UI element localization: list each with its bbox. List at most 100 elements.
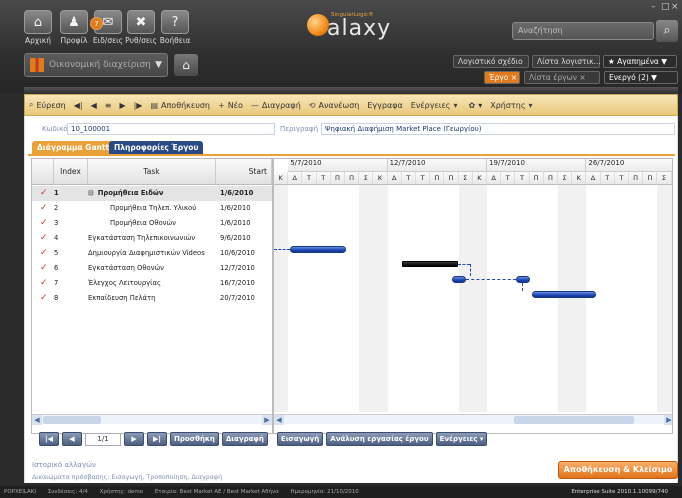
search-icon[interactable]: ⌕	[656, 20, 678, 42]
scroll-left-icon[interactable]: ◀	[274, 415, 284, 425]
task-name: Εγκατάσταση Οθονών	[88, 264, 164, 272]
code-field[interactable]: 10_100001	[67, 123, 275, 135]
actions-button[interactable]: Ενέργειες ▾	[435, 432, 488, 446]
status-user: POPXEILAKI	[4, 489, 37, 495]
task-row[interactable]: ✓ 1 ⊟ Προμήθεια Ειδών 1/6/2010	[32, 186, 272, 201]
toolbar-refresh[interactable]: ⟲ Ανανέωση	[309, 101, 360, 110]
scroll-right-icon[interactable]: ▶	[262, 415, 272, 425]
tab-open-3[interactable]: Ενεργό (2) ▼	[604, 71, 678, 84]
search-input[interactable]: Αναζήτηση	[512, 22, 654, 40]
prev-page-icon[interactable]: ◀	[62, 432, 82, 446]
scroll-thumb[interactable]	[514, 416, 634, 424]
tab-project-info[interactable]: Πληροφορίες Έργου	[109, 141, 204, 155]
task-row[interactable]: ✓ 5 Δημιουργία Διαφημιστικών Videos 10/6/20…	[32, 246, 272, 261]
scroll-thumb[interactable]	[43, 416, 101, 424]
status-version: Enterprise Suite 2010.1.10099/740	[571, 489, 668, 495]
list-icon[interactable]: ≡	[105, 101, 112, 110]
task-row[interactable]: ✓ 6 Εγκατάσταση Οθονών 12/7/2010	[32, 261, 272, 276]
task-name: Εγκατάσταση Τηλεπικοινωνιών	[88, 234, 196, 242]
task-bar-videos[interactable]	[290, 246, 346, 253]
maximize-icon[interactable]: □	[661, 2, 670, 12]
history-link[interactable]: Ιστορικό αλλαγών	[32, 461, 96, 469]
help-icon: ?	[161, 10, 189, 34]
scroll-left-icon[interactable]: ◀	[32, 415, 42, 425]
tab-open-2[interactable]: Λίστα έργων ×	[524, 71, 600, 84]
toolbar-save[interactable]: ▤ Αποθήκευση	[150, 101, 210, 110]
toolbar-delete[interactable]: — Διαγραφή	[251, 101, 301, 110]
actions-button-label: Ενέργειες	[439, 435, 478, 443]
task-row[interactable]: ✓ 7 Έλεγχος Λειτουργίας 16/7/2010	[32, 276, 272, 291]
nav-home[interactable]: ⌂ Αρχική	[22, 10, 54, 45]
tab-underline	[28, 154, 675, 156]
save-close-button[interactable]: Αποθήκευση & Κλείσιμο	[558, 461, 678, 479]
module-dropdown[interactable]: Οικονομική διαχείριση ▼	[24, 53, 168, 77]
tab-open-1[interactable]: Έργο ×	[484, 71, 520, 84]
scroll-right-icon[interactable]: ▶	[664, 415, 672, 425]
search-icon: ⌕	[29, 100, 34, 109]
task-row[interactable]: ✓ 2 Προμήθεια Τηλεπ. Υλικού 1/6/2010	[32, 201, 272, 216]
page-number-input[interactable]: 1/1	[85, 432, 121, 446]
delete-row-button[interactable]: Διαγραφή	[221, 432, 268, 446]
last-page-icon[interactable]: ▶|	[147, 432, 167, 446]
check-icon[interactable]: ✓	[40, 276, 48, 291]
last-record-icon[interactable]: |▶	[134, 101, 143, 110]
next-page-icon[interactable]: ▶	[124, 432, 144, 446]
nav-help[interactable]: ? Βοήθεια	[159, 10, 191, 45]
task-bar-client-training[interactable]	[532, 291, 596, 298]
status-bar: POPXEILAKI Συνδέσεις: 4/4 Χρήστης: demo …	[0, 486, 682, 498]
column-header-task[interactable]: Task	[88, 159, 216, 185]
analysis-button[interactable]: Ανάλυση εργασίας έργου	[326, 432, 433, 446]
nav-profile[interactable]: ♟ Προφίλ	[58, 10, 90, 45]
description-field[interactable]: Ψηφιακή Διαφήμιση Market Place (Γεωργίου…	[321, 123, 675, 135]
first-page-icon[interactable]: |◀	[39, 432, 59, 446]
task-grid-scrollbar[interactable]: ◀ ▶	[32, 414, 272, 425]
minimize-icon[interactable]: –	[651, 2, 656, 12]
check-icon[interactable]: ✓	[40, 201, 48, 216]
check-icon[interactable]: ✓	[40, 261, 48, 276]
tab-recent-1[interactable]: Λογιστικό σχέδιο	[453, 55, 529, 68]
toolbar-user[interactable]: Χρήστης ▾	[490, 101, 535, 110]
check-icon[interactable]: ✓	[40, 231, 48, 246]
dependency-line	[458, 264, 470, 265]
tab-gantt[interactable]: Διάγραμμα Gantt	[32, 141, 115, 155]
toolbar-find[interactable]: ⌕ Εύρεση	[29, 100, 66, 110]
home-shortcut-icon[interactable]: ⌂	[174, 54, 198, 76]
task-bar-testing[interactable]	[452, 276, 466, 283]
toolbar-actions[interactable]: Ενέργειες ▾	[411, 101, 461, 110]
tab-recent-3[interactable]: ★ Αγαπημένα ▼	[603, 55, 677, 68]
gantt-day-header: Π	[629, 172, 644, 185]
gantt-day-header: Π	[330, 172, 345, 185]
toolbar-gear[interactable]: ✿ ▾	[469, 101, 483, 110]
prev-record-icon[interactable]: ◀	[91, 101, 97, 110]
tab-recent-2[interactable]: Λίστα λογιστικ...	[532, 55, 601, 68]
task-bar-screens-install[interactable]	[402, 261, 458, 267]
task-row[interactable]: ✓ 4 Εγκατάσταση Τηλεπικοινωνιών 9/6/2010	[32, 231, 272, 246]
first-record-icon[interactable]: ◀|	[74, 101, 83, 110]
nav-settings[interactable]: ✖ Ρυθ/σεις	[125, 10, 157, 45]
next-record-icon[interactable]: ▶	[119, 101, 125, 110]
task-row[interactable]: ✓ 8 Εκπαίδευση Πελάτη 20/7/2010	[32, 291, 272, 306]
check-icon[interactable]: ✓	[40, 216, 48, 231]
collapse-icon[interactable]: ⊟	[88, 189, 94, 197]
task-index: 5	[54, 249, 59, 257]
weekend-column	[572, 185, 587, 412]
task-index: 8	[54, 294, 59, 302]
check-icon[interactable]: ✓	[40, 246, 48, 261]
check-icon[interactable]: ✓	[40, 291, 48, 306]
gantt-day-header: Κ	[472, 172, 487, 185]
column-header-index[interactable]: Index	[54, 159, 88, 185]
import-button[interactable]: Εισαγωγή	[276, 432, 324, 446]
project-page: Κωδικός 10_100001 Περιγραφή Ψηφιακή Διαφ…	[24, 116, 678, 483]
column-header-start[interactable]: Start	[216, 159, 272, 185]
check-icon[interactable]: ✓	[40, 186, 48, 201]
task-row[interactable]: ✓ 3 Προμήθεια Οθονών 1/6/2010	[32, 216, 272, 231]
toolbar-documents[interactable]: Εγγραφα	[367, 101, 402, 110]
gantt-scrollbar[interactable]: ◀ ▶	[274, 414, 672, 425]
task-start: 16/7/2010	[220, 279, 255, 287]
close-icon[interactable]: ×	[671, 2, 679, 12]
toolbar-new[interactable]: + Νέο	[218, 101, 243, 110]
header-bar: – □ × ⌂ Αρχική ♟ Προφίλ ✉ Ειδ/σεις ✖ Ρυθ/σεις? Β…	[0, 0, 682, 93]
add-row-button[interactable]: Προσθήκη	[170, 432, 219, 446]
task-bar-training[interactable]	[516, 276, 530, 283]
task-grid: Index Task Start ✓ 1 ⊟ Προμήθεια Ειδών 1/6/2…	[32, 159, 272, 412]
